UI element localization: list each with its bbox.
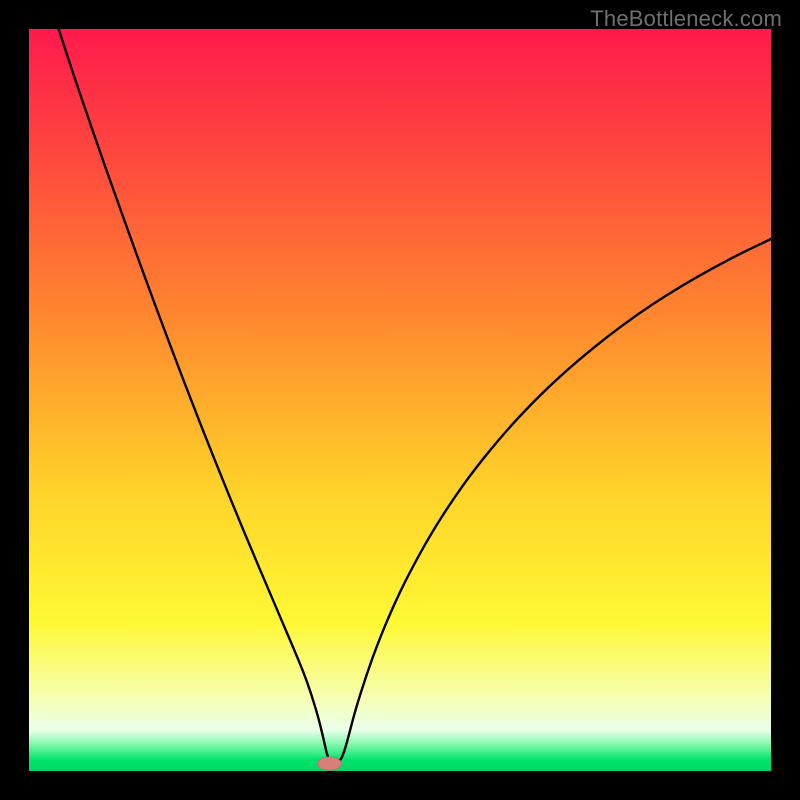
chart-background	[29, 29, 771, 771]
bottleneck-chart-svg	[29, 29, 771, 771]
plot-area	[29, 29, 771, 771]
chart-frame: TheBottleneck.com	[0, 0, 800, 800]
optimum-marker	[318, 757, 342, 770]
